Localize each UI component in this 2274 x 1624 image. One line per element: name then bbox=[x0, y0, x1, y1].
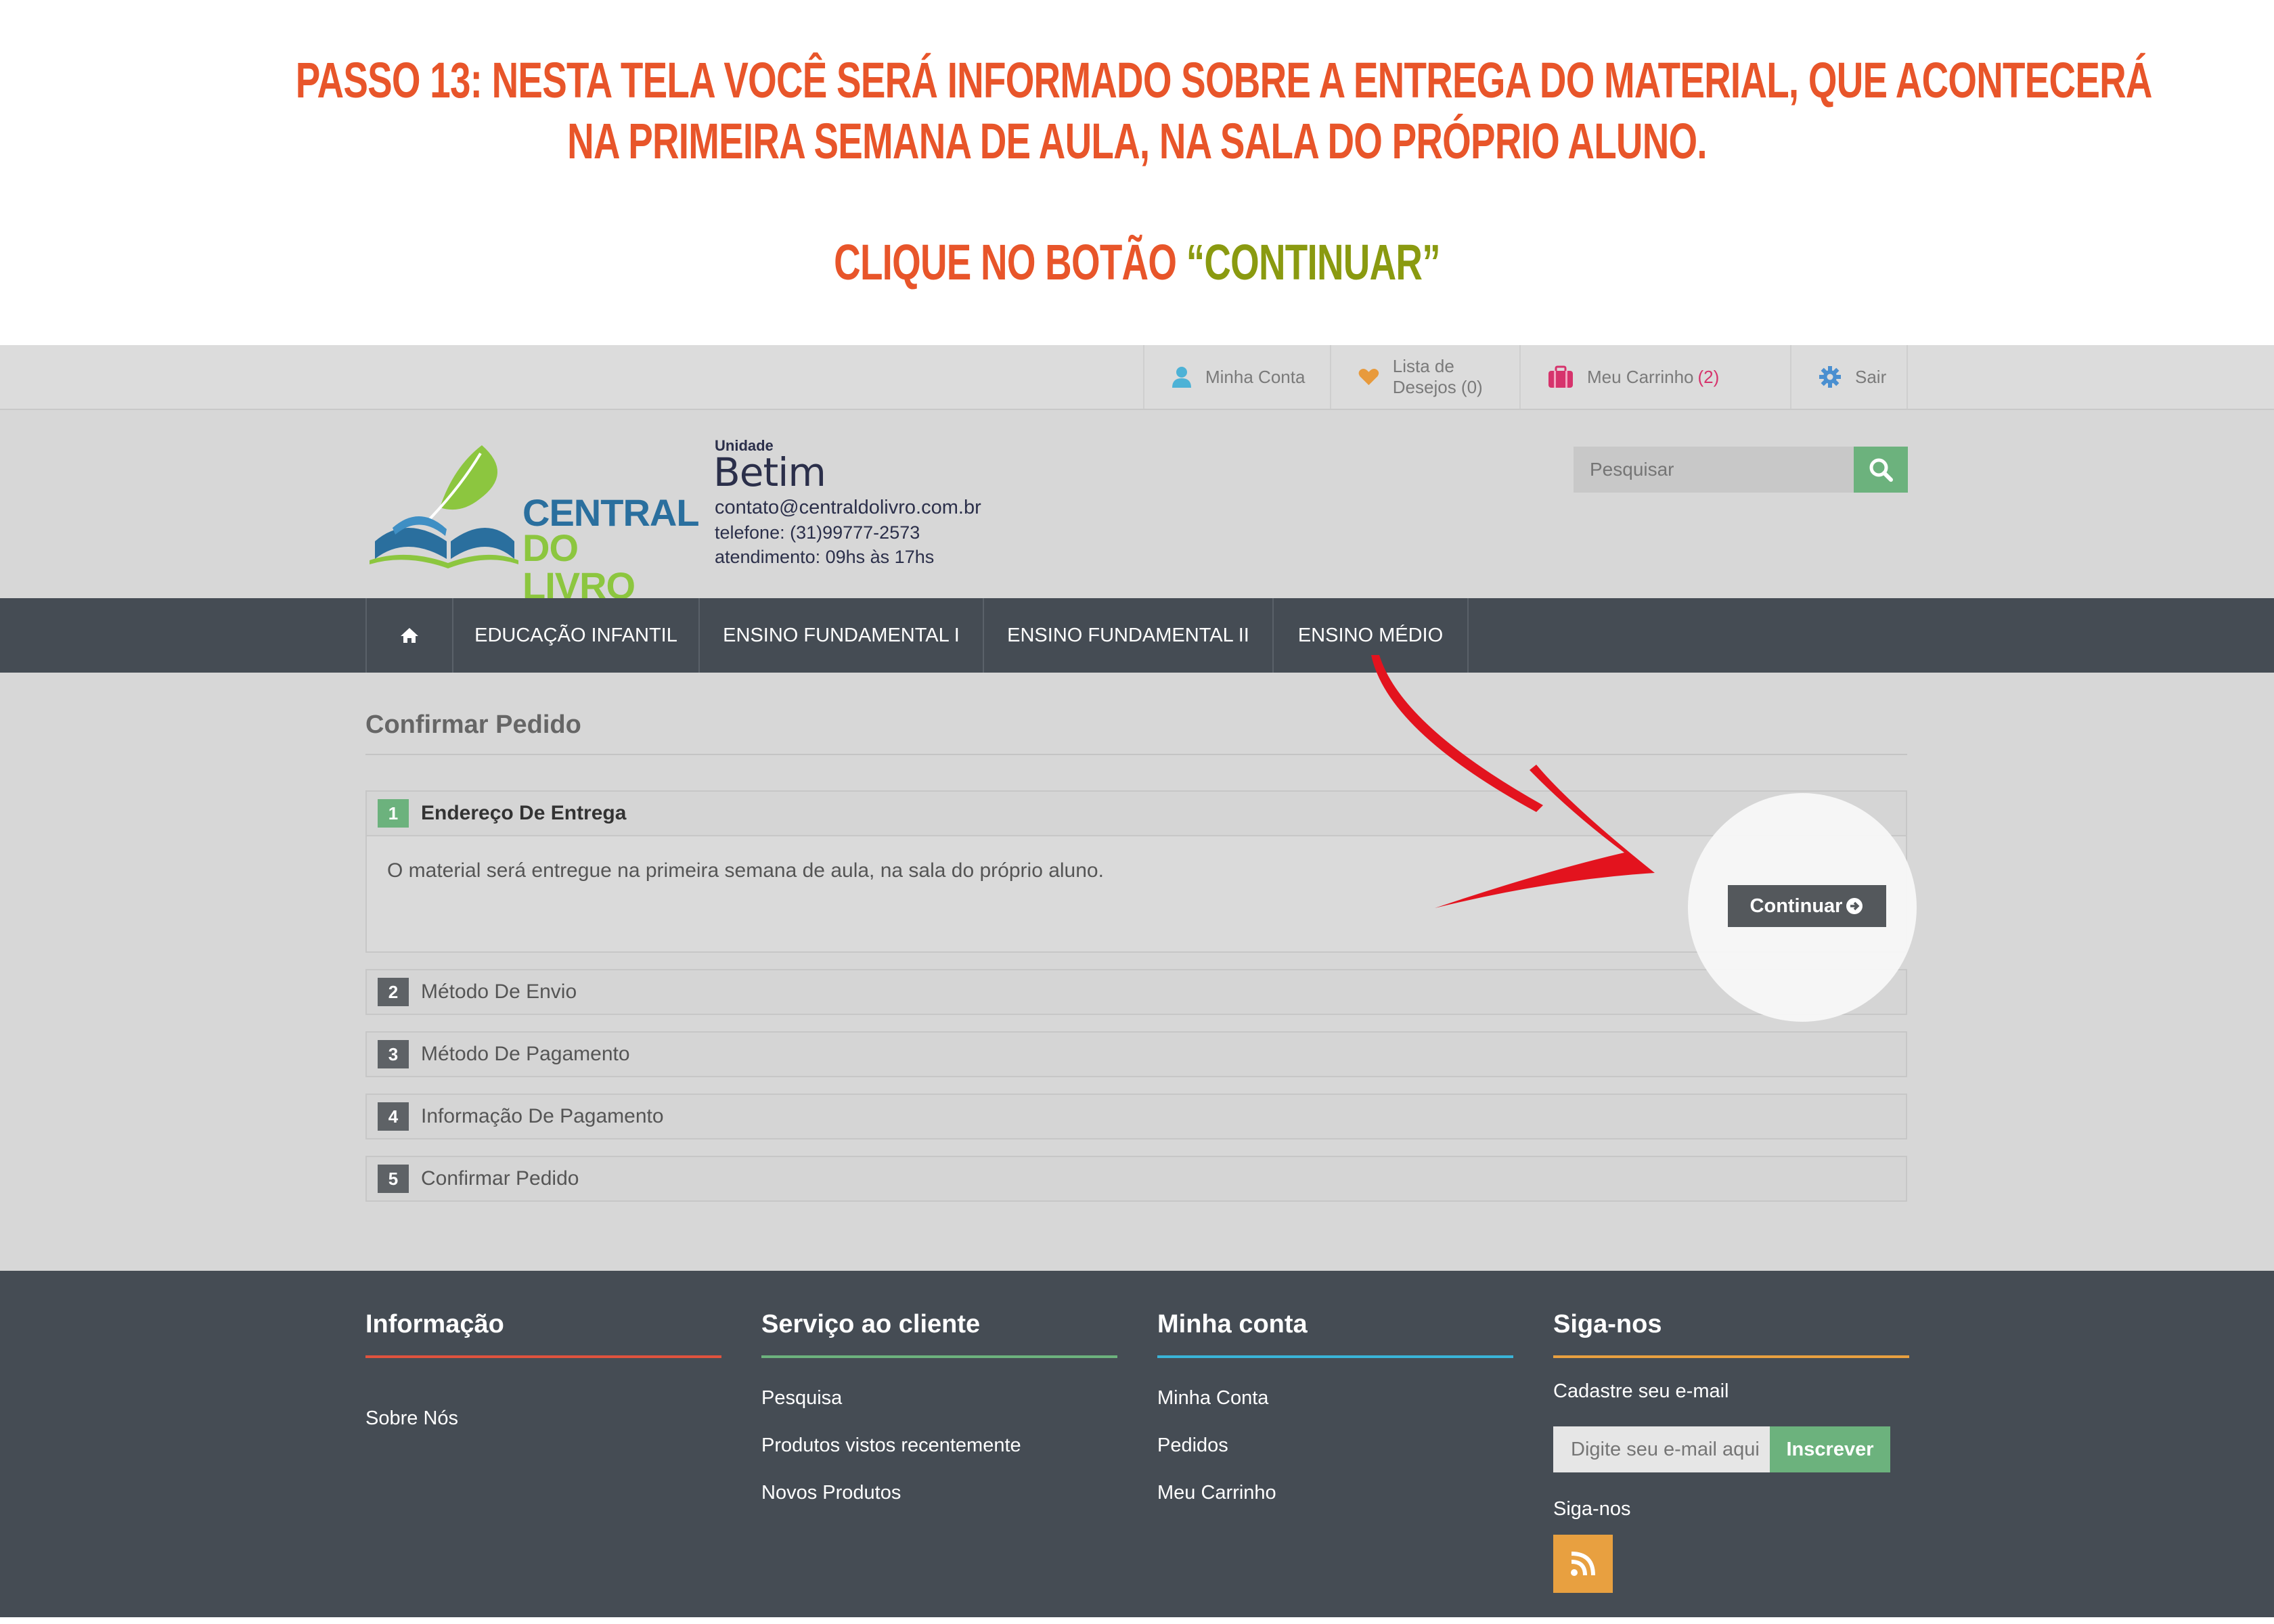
step-2-number: 2 bbox=[378, 978, 409, 1006]
step-5-number: 5 bbox=[378, 1165, 409, 1193]
footer-link-sobre-nos[interactable]: Sobre Nós bbox=[365, 1407, 458, 1430]
step-4-label: Informação De Pagamento bbox=[421, 1105, 664, 1127]
user-icon bbox=[1172, 367, 1191, 388]
step-1-number: 1 bbox=[378, 799, 409, 828]
step-2-header[interactable]: 2 Método De Envio bbox=[365, 969, 1907, 1015]
instruction-line-1: PASSO 13: NESTA TELA VOCÊ SERÁ INFORMADO… bbox=[295, 52, 2153, 108]
footer-link-pesquisa[interactable]: Pesquisa bbox=[761, 1387, 842, 1409]
rss-icon bbox=[1571, 1552, 1595, 1576]
nav-home[interactable] bbox=[365, 598, 452, 673]
step-5-label: Confirmar Pedido bbox=[421, 1167, 579, 1190]
site-footer bbox=[0, 1271, 2274, 1617]
follow-label: Siga-nos bbox=[1553, 1498, 1631, 1520]
cart-label: Meu Carrinho bbox=[1587, 366, 1694, 387]
red-arrow-annotation bbox=[1371, 655, 1655, 908]
page-title: Confirmar Pedido bbox=[365, 710, 581, 739]
title-divider bbox=[365, 754, 1907, 755]
step-4-number: 4 bbox=[378, 1102, 409, 1131]
footer-service-title: Serviço ao cliente bbox=[761, 1310, 981, 1338]
logo-text-line-2: DO LIVRO bbox=[522, 526, 636, 607]
nav-item-ensino-fundamental-2[interactable]: ENSINO FUNDAMENTAL II bbox=[983, 598, 1272, 673]
footer-account-title: Minha conta bbox=[1157, 1310, 1308, 1338]
newsletter-label: Cadastre seu e-mail bbox=[1553, 1380, 1729, 1402]
cart-count-badge: (2) bbox=[1697, 366, 1720, 387]
instruction-line-2: NA PRIMEIRA SEMANA DE AULA, NA SALA DO P… bbox=[567, 113, 1707, 169]
subscribe-button[interactable]: Inscrever bbox=[1770, 1426, 1890, 1472]
footer-follow-title: Siga-nos bbox=[1553, 1310, 1662, 1338]
logout-label: Sair bbox=[1855, 366, 1887, 387]
footer-service-rule bbox=[761, 1355, 1117, 1358]
rss-button[interactable] bbox=[1553, 1535, 1613, 1593]
step-4-header[interactable]: 4 Informação De Pagamento bbox=[365, 1093, 1907, 1140]
top-bar: Minha Conta Lista de Desejos (0) Meu Car… bbox=[0, 345, 2274, 410]
book-feather-icon bbox=[370, 445, 518, 568]
continue-label: Continuar bbox=[1749, 895, 1843, 917]
store-email: contato@centraldolivro.com.br bbox=[715, 497, 981, 518]
main-nav: EDUCAÇÃO INFANTIL ENSINO FUNDAMENTAL I E… bbox=[0, 598, 2274, 673]
step-5-header[interactable]: 5 Confirmar Pedido bbox=[365, 1156, 1907, 1202]
central-do-livro-logo[interactable]: CENTRAL DO LIVRO bbox=[365, 440, 700, 605]
home-icon bbox=[401, 628, 418, 643]
site-header bbox=[0, 410, 2274, 598]
instruction-highlight: “CONTINUAR” bbox=[1186, 234, 1441, 290]
instruction-line-3: CLIQUE NO BOTÃO “CONTINUAR” bbox=[296, 232, 1978, 293]
delivery-message: O material será entregue na primeira sem… bbox=[387, 859, 1104, 882]
logout-link[interactable]: Sair bbox=[1790, 345, 1908, 409]
store-hours: atendimento: 09hs às 17hs bbox=[715, 547, 935, 567]
heart-icon bbox=[1358, 369, 1379, 386]
search-input[interactable] bbox=[1574, 447, 1854, 493]
footer-link-pedidos[interactable]: Pedidos bbox=[1157, 1435, 1228, 1457]
footer-info-rule bbox=[365, 1355, 721, 1358]
nav-item-ensino-fundamental-1[interactable]: ENSINO FUNDAMENTAL I bbox=[698, 598, 983, 673]
footer-account-rule bbox=[1157, 1355, 1513, 1358]
nav-item-educacao-infantil[interactable]: EDUCAÇÃO INFANTIL bbox=[452, 598, 698, 673]
my-account-label: Minha Conta bbox=[1205, 366, 1306, 387]
cart-link[interactable]: Meu Carrinho (2) bbox=[1519, 345, 1790, 409]
search-button[interactable] bbox=[1854, 447, 1908, 493]
wishlist-link[interactable]: Lista de Desejos (0) bbox=[1330, 345, 1519, 409]
gear-icon bbox=[1819, 366, 1841, 388]
footer-link-vistos[interactable]: Produtos vistos recentemente bbox=[761, 1435, 1021, 1457]
step-3-number: 3 bbox=[378, 1040, 409, 1068]
footer-link-minha-conta[interactable]: Minha Conta bbox=[1157, 1387, 1268, 1409]
my-account-link[interactable]: Minha Conta bbox=[1143, 345, 1330, 409]
store-phone: telefone: (31)99777-2573 bbox=[715, 522, 920, 543]
unit-name: Betim bbox=[713, 449, 826, 495]
step-3-label: Método De Pagamento bbox=[421, 1043, 630, 1065]
continue-button[interactable]: Continuar bbox=[1728, 885, 1886, 927]
footer-info-title: Informação bbox=[365, 1310, 504, 1338]
instruction-prefix: CLIQUE NO BOTÃO bbox=[834, 234, 1186, 290]
suitcase-icon bbox=[1548, 365, 1573, 388]
search-icon bbox=[1869, 458, 1893, 482]
arrow-circle-right-icon bbox=[1846, 898, 1863, 914]
step-1-body bbox=[365, 836, 1907, 953]
footer-link-novos[interactable]: Novos Produtos bbox=[761, 1482, 901, 1504]
step-2-label: Método De Envio bbox=[421, 980, 577, 1003]
newsletter-email-input[interactable] bbox=[1553, 1426, 1770, 1472]
footer-link-carrinho[interactable]: Meu Carrinho bbox=[1157, 1482, 1276, 1504]
footer-follow-rule bbox=[1553, 1355, 1909, 1358]
wishlist-label: Lista de Desejos (0) bbox=[1392, 356, 1483, 397]
step-1-label: Endereço De Entrega bbox=[421, 802, 627, 824]
step-1-header[interactable]: 1 Endereço De Entrega bbox=[365, 790, 1907, 836]
step-3-header[interactable]: 3 Método De Pagamento bbox=[365, 1031, 1907, 1077]
